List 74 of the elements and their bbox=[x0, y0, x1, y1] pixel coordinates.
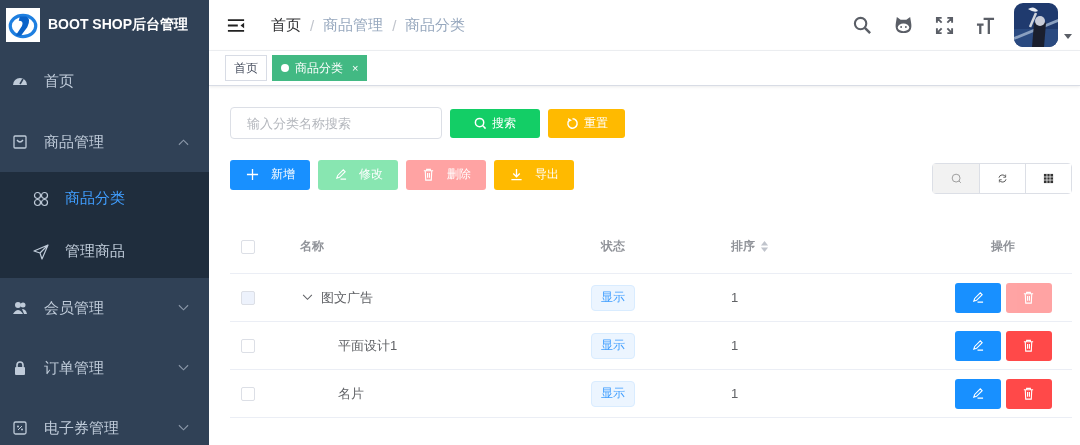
table-cell: 1 bbox=[731, 290, 739, 305]
breadcrumb-item: 商品管理 bbox=[323, 15, 384, 35]
delete-button[interactable] bbox=[1005, 330, 1052, 361]
checkbox[interactable] bbox=[241, 338, 255, 353]
column-header: 状态 bbox=[601, 238, 625, 255]
breadcrumb-link[interactable]: 首页 bbox=[271, 15, 301, 35]
font-size-icon[interactable] bbox=[976, 15, 995, 35]
bag-icon bbox=[12, 134, 28, 150]
send-icon bbox=[33, 243, 49, 260]
column-header: 名称 bbox=[300, 238, 324, 255]
menu-item[interactable]: 订单管理 bbox=[0, 338, 209, 398]
chevron-down-icon bbox=[178, 364, 189, 372]
pencil-icon bbox=[333, 168, 347, 181]
logo-icon bbox=[6, 8, 40, 42]
chevron-down-icon bbox=[178, 304, 189, 312]
menu-item[interactable]: 首页 bbox=[0, 50, 209, 112]
search-icon[interactable] bbox=[853, 15, 872, 35]
clover-icon bbox=[33, 190, 49, 207]
menu-item[interactable]: 会员管理 bbox=[0, 278, 209, 338]
download-icon bbox=[509, 168, 523, 181]
table-cell: 1 bbox=[731, 338, 739, 353]
columns-button[interactable] bbox=[1025, 164, 1071, 193]
breadcrumb-item: 商品分类 bbox=[405, 15, 466, 35]
plus-icon bbox=[245, 168, 259, 181]
cat-icon[interactable] bbox=[894, 15, 913, 35]
status-tag: 显示 bbox=[591, 284, 635, 311]
lock-icon bbox=[12, 360, 28, 376]
app-title: BOOT SHOP后台管理 bbox=[48, 16, 188, 34]
search-icon bbox=[950, 173, 962, 184]
refresh-icon bbox=[565, 116, 579, 130]
edit-button[interactable] bbox=[954, 378, 1001, 409]
checkbox[interactable] bbox=[241, 239, 255, 254]
checkbox[interactable] bbox=[241, 386, 255, 401]
breadcrumb-separator: / bbox=[310, 16, 315, 34]
table-cell: 平面设计1 bbox=[338, 336, 398, 355]
caret-icon[interactable] bbox=[1064, 34, 1072, 39]
trash-icon bbox=[1022, 339, 1035, 352]
table-cell: 1 bbox=[731, 386, 739, 401]
pencil-icon bbox=[971, 387, 984, 400]
status-tag: 显示 bbox=[591, 332, 635, 359]
trash-icon bbox=[421, 168, 435, 181]
table-cell: 图文广告 bbox=[321, 288, 373, 307]
edit-button[interactable] bbox=[954, 282, 1001, 313]
fullscreen-icon[interactable] bbox=[935, 15, 954, 35]
pencil-icon bbox=[971, 339, 984, 352]
refresh-icon bbox=[997, 173, 1008, 184]
search-field[interactable]: 输入分类名称搜索 bbox=[230, 107, 442, 139]
chevron-down-icon[interactable] bbox=[302, 294, 313, 301]
trash-icon bbox=[1022, 291, 1035, 304]
add-button[interactable]: 新增 bbox=[230, 159, 310, 190]
chevron-up-icon bbox=[178, 138, 189, 146]
grid-icon bbox=[1043, 173, 1054, 184]
menu-icon[interactable] bbox=[227, 17, 245, 33]
search-toggle-button[interactable] bbox=[933, 164, 979, 193]
submenu-item[interactable]: 管理商品 bbox=[0, 225, 209, 278]
menu-item[interactable]: 电子券管理 bbox=[0, 398, 209, 445]
delete-button[interactable] bbox=[1005, 378, 1052, 409]
sort-icon[interactable] bbox=[760, 240, 769, 253]
submenu-item[interactable]: 商品分类 bbox=[0, 172, 209, 225]
pencil-icon bbox=[971, 291, 984, 304]
edit-button[interactable] bbox=[954, 330, 1001, 361]
column-header: 操作 bbox=[991, 238, 1015, 255]
trash-icon bbox=[1022, 387, 1035, 400]
search-icon bbox=[474, 116, 487, 130]
coupon-icon bbox=[12, 420, 28, 436]
tab[interactable]: 首页 bbox=[225, 55, 267, 81]
dot-icon bbox=[281, 64, 289, 72]
table-cell: 名片 bbox=[338, 384, 364, 403]
users-icon bbox=[12, 300, 28, 316]
column-header: 排序 bbox=[731, 238, 755, 255]
menu-item[interactable]: 商品管理 bbox=[0, 112, 209, 172]
breadcrumb-separator: / bbox=[392, 16, 397, 34]
status-tag: 显示 bbox=[591, 380, 635, 407]
chevron-down-icon bbox=[178, 424, 189, 432]
